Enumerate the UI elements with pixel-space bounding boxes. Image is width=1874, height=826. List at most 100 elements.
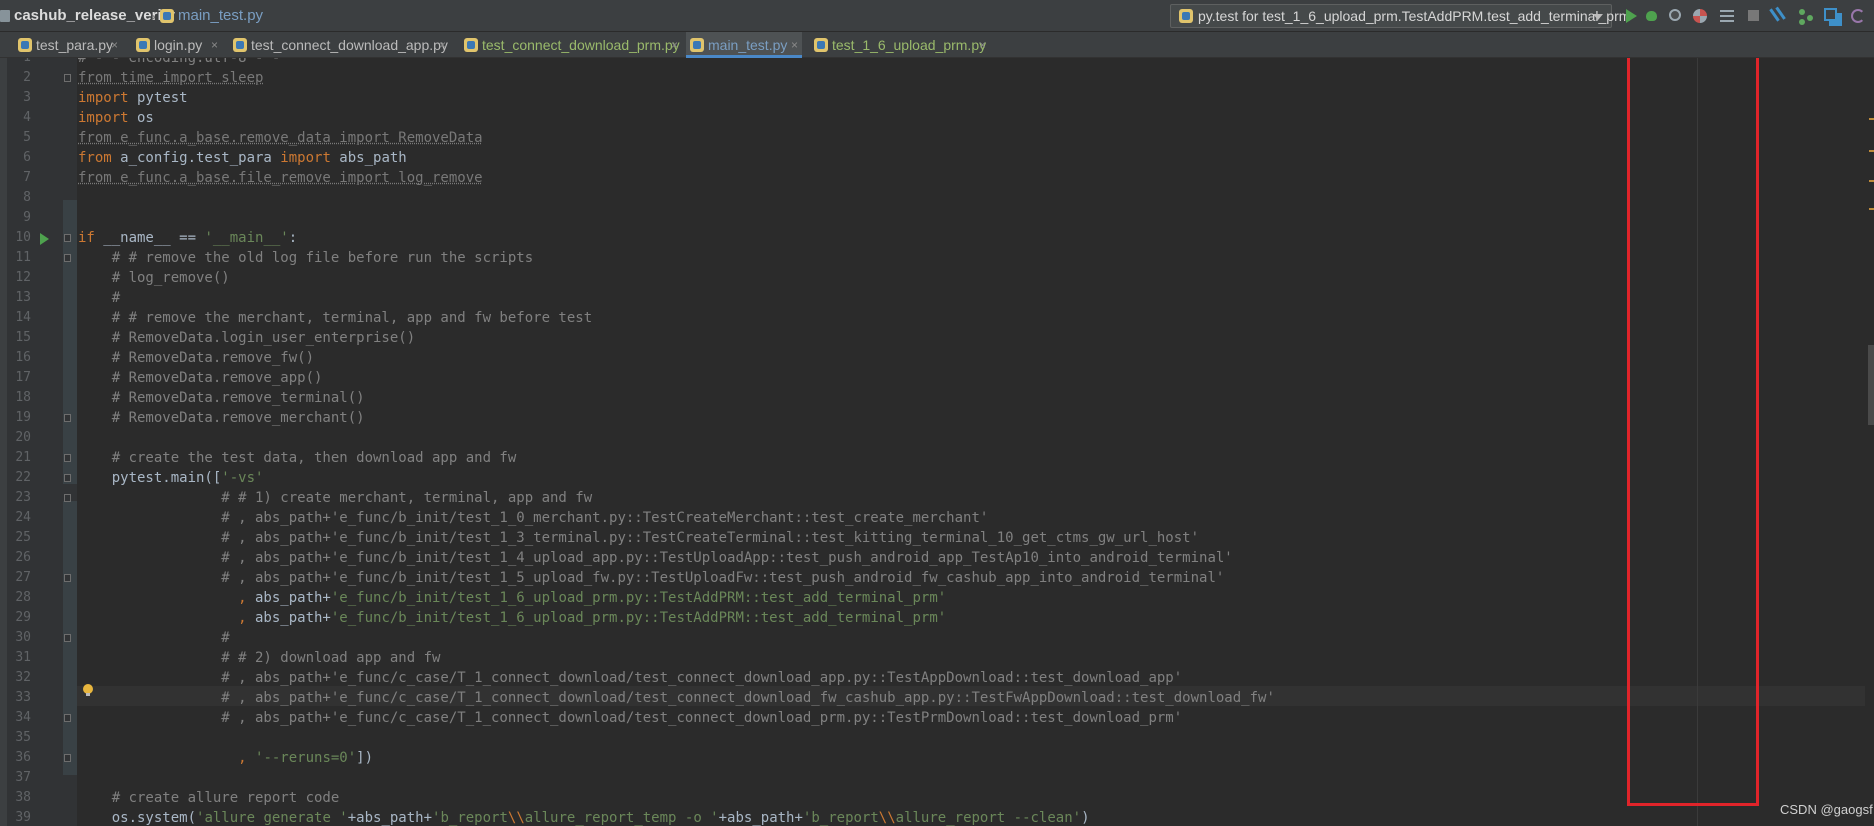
code-token: import (78, 90, 129, 106)
code-line: # # remove the merchant, terminal, app a… (78, 308, 592, 328)
code-token: pytest.main([ (78, 470, 222, 486)
line-number: 26 (15, 550, 31, 565)
close-icon[interactable]: × (671, 32, 678, 58)
code-token: __name__ == (94, 230, 205, 246)
tab-test-connect-download-app[interactable]: test_connect_download_app.py × (229, 32, 450, 58)
warning-mark[interactable] (1869, 118, 1874, 120)
concurrency-diagram-icon[interactable] (1718, 6, 1738, 26)
warning-mark[interactable] (1869, 180, 1874, 182)
tab-test-1-6-upload-prm[interactable]: test_1_6_upload_prm.py × (810, 32, 990, 58)
code-token: 'b_report (802, 810, 879, 826)
tab-label: test_1_6_upload_prm.py (832, 37, 987, 53)
lightbulb-icon[interactable] (83, 684, 93, 696)
tab-test-connect-download-prm[interactable]: test_connect_download_prm.py × (460, 32, 682, 58)
line-number: 34 (15, 710, 31, 725)
run-with-coverage-icon[interactable] (1666, 6, 1686, 26)
code-token: \\ (878, 810, 896, 826)
fold-marker-icon[interactable] (64, 494, 71, 502)
run-icon[interactable] (1622, 6, 1642, 26)
tab-main-test[interactable]: main_test.py × (686, 32, 802, 58)
fold-marker-icon[interactable] (64, 634, 71, 642)
run-configuration-label: py.test for test_1_6_upload_prm.TestAddP… (1198, 8, 1631, 24)
line-number: 4 (23, 110, 31, 125)
code-line: # RemoveData.remove_app() (78, 368, 323, 388)
code-editor[interactable]: # -*- encoding:utf-8 -*- from time import… (0, 58, 1874, 826)
warning-mark[interactable] (1869, 150, 1874, 152)
code-line: # , abs_path+'e_func/c_case/T_1_connect_… (78, 708, 1182, 728)
code-token: import (78, 110, 129, 126)
fold-marker-icon[interactable] (64, 234, 71, 242)
close-icon[interactable]: × (211, 32, 218, 58)
code-token: +abs_path+ (718, 810, 803, 826)
fold-marker-icon[interactable] (64, 754, 71, 762)
code-line: from time import sleep (78, 68, 263, 88)
breadcrumb-file[interactable]: main_test.py (178, 0, 263, 32)
line-number: 20 (15, 430, 31, 445)
code-token: 'allure generate ' (196, 810, 348, 826)
line-number: 12 (15, 270, 31, 285)
pytest-icon (1179, 9, 1193, 23)
tab-test-para[interactable]: test_para.py × (14, 32, 122, 58)
code-token: # , abs_path+'e_func/b_init/test_1_4_upl… (78, 550, 1233, 566)
code-token: # log_remove() (78, 270, 230, 286)
code-line: # log_remove() (78, 268, 230, 288)
code-token: abs_path (330, 150, 407, 166)
change-marker (63, 200, 77, 484)
code-line: # # 1) create merchant, terminal, app an… (78, 488, 592, 508)
fold-marker-icon[interactable] (64, 474, 71, 482)
fold-marker-icon[interactable] (64, 714, 71, 722)
code-token: '-vs' (221, 470, 264, 486)
code-token: , (78, 750, 247, 766)
fold-marker-icon[interactable] (64, 454, 71, 462)
tab-login[interactable]: login.py × (132, 32, 222, 58)
run-gutter-icon[interactable] (40, 233, 49, 245)
error-stripe[interactable] (1865, 58, 1874, 826)
code-line: # create the test data, then download ap… (78, 448, 517, 468)
code-token: # (78, 630, 230, 646)
code-token: 'e_func/b_init/test_1_6_upload_prm.py::T… (330, 610, 947, 626)
close-icon[interactable]: × (439, 32, 446, 58)
close-icon[interactable]: × (111, 32, 118, 58)
line-number: 28 (15, 590, 31, 605)
tab-label: test_para.py (36, 37, 114, 53)
code-token: \\ (507, 810, 525, 826)
vcs-update-icon[interactable] (1770, 6, 1790, 26)
profile-icon[interactable] (1691, 6, 1711, 26)
code-token: 'b_report (432, 810, 508, 826)
warning-mark[interactable] (1869, 208, 1874, 210)
fold-marker-icon[interactable] (64, 74, 71, 82)
revert-icon[interactable] (1848, 6, 1868, 26)
code-line: # RemoveData.login_user_enterprise() (78, 328, 415, 348)
code-token: # , abs_path+'e_func/b_init/test_1_0_mer… (78, 510, 989, 526)
fold-marker-icon[interactable] (64, 254, 71, 262)
navigation-bar: cashub_release_verify › main_test.py py.… (0, 0, 1874, 32)
fold-marker-icon[interactable] (64, 414, 71, 422)
python-file-icon (690, 38, 704, 52)
close-icon[interactable]: × (791, 32, 798, 58)
python-file-icon (18, 38, 32, 52)
code-line: # RemoveData.remove_fw() (78, 348, 314, 368)
debug-icon[interactable] (1642, 6, 1662, 26)
compare-icon[interactable] (1822, 6, 1842, 26)
code-token: # # 1) create merchant, terminal, app an… (78, 490, 593, 506)
vcs-commit-icon[interactable] (1796, 6, 1816, 26)
code-line: # create allure report code (78, 788, 340, 808)
code-token: ) (1081, 810, 1090, 826)
tab-label: main_test.py (708, 37, 788, 53)
line-number: 22 (15, 470, 31, 485)
scrollbar-thumb[interactable] (1868, 345, 1874, 425)
code-token: # RemoveData.login_user_enterprise() (78, 330, 416, 346)
code-line: , '--reruns=0']) (78, 748, 373, 768)
close-icon[interactable]: × (979, 32, 986, 58)
annotation-highlight-box (1627, 58, 1759, 806)
fold-marker-icon[interactable] (64, 574, 71, 582)
stop-icon[interactable] (1744, 6, 1764, 26)
code-token: # -*- encoding:utf-8 -*- (78, 58, 281, 66)
line-number: 14 (15, 310, 31, 325)
line-number: 11 (15, 250, 31, 265)
line-number: 13 (15, 290, 31, 305)
code-line: os.system('allure generate '+abs_path+'b… (78, 808, 1090, 826)
run-configuration-selector[interactable]: py.test for test_1_6_upload_prm.TestAddP… (1170, 4, 1630, 28)
code-token: if (78, 230, 95, 246)
